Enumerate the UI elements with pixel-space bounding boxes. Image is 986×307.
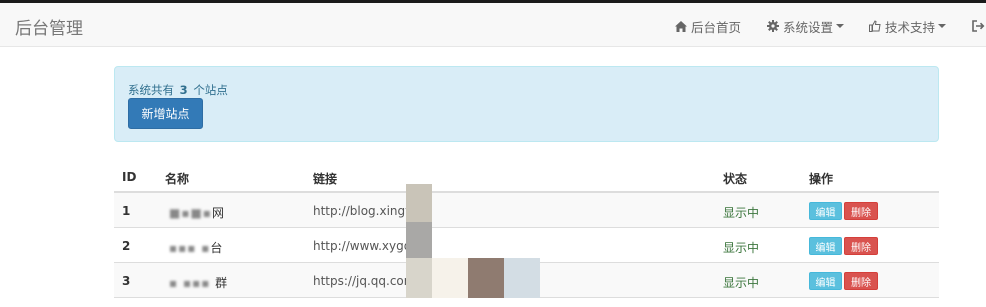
edit-button[interactable]: 编辑 [809, 272, 842, 290]
nav-system-settings-label: 系统设置 [783, 19, 834, 35]
header-name: 名称 [165, 172, 190, 186]
thumbs-up-icon [869, 20, 881, 32]
row-id: 3 [122, 274, 131, 288]
site-count-number: 3 [179, 83, 188, 97]
row-name: ■▪■▪网 [169, 206, 224, 220]
nav-system-settings[interactable]: 系统设置 [767, 17, 845, 35]
site-count-text: 系统共有 3 个站点 [128, 82, 228, 98]
table-header: ID 名称 链接 状态 操作 [114, 160, 939, 193]
delete-button[interactable]: 删除 [844, 202, 878, 220]
delete-button[interactable]: 删除 [844, 237, 878, 255]
row-link[interactable]: http://www.xygds [313, 239, 418, 253]
redacted-name: ▪ ▪▪▪ [169, 276, 216, 290]
site-count-alert: 系统共有 3 个站点 新增站点 [114, 66, 939, 142]
caret-down-icon [836, 24, 845, 28]
row-link[interactable]: https://jq.qq.com [313, 274, 415, 288]
delete-button[interactable]: 删除 [844, 272, 878, 290]
site-count-prefix: 系统共有 [128, 83, 174, 97]
row-link[interactable]: http://blog.xingyi [313, 204, 416, 218]
row-status: 显示中 [723, 276, 760, 290]
edit-button[interactable]: 编辑 [809, 237, 842, 255]
nav-home-label: 后台首页 [691, 19, 742, 35]
logout-icon [972, 20, 985, 32]
header-link: 链接 [313, 172, 338, 186]
row-id: 1 [122, 204, 131, 218]
header-id: ID [122, 170, 137, 184]
row-status: 显示中 [723, 241, 760, 255]
gear-icon [767, 20, 779, 32]
caret-down-icon [938, 24, 947, 28]
nav-logout[interactable] [972, 17, 986, 35]
edit-button[interactable]: 编辑 [809, 202, 842, 220]
redacted-name: ■▪■▪ [169, 206, 212, 220]
header-actions: 操作 [809, 172, 834, 186]
row-name: ▪ ▪▪▪ 群 [169, 276, 228, 290]
row-status: 显示中 [723, 206, 760, 220]
nav-tech-support-label: 技术支持 [885, 19, 936, 35]
top-navbar: 后台管理 后台首页 系统设置 技术支持 [0, 3, 986, 47]
site-count-suffix: 个站点 [193, 83, 228, 97]
navbar-brand[interactable]: 后台管理 [15, 14, 83, 39]
add-site-button[interactable]: 新增站点 [128, 98, 203, 129]
nav-tech-support[interactable]: 技术支持 [869, 17, 947, 35]
redacted-name: ▪▪▪ ▪ [169, 241, 211, 255]
row-name: ▪▪▪ ▪台 [169, 241, 223, 255]
home-icon [675, 20, 687, 32]
header-status: 状态 [723, 172, 748, 186]
nav-home[interactable]: 后台首页 [675, 17, 741, 35]
table-row: 1 ■▪■▪网 http://blog.xingyi 显示中 编辑 删除 [114, 193, 939, 228]
row-id: 2 [122, 239, 131, 253]
